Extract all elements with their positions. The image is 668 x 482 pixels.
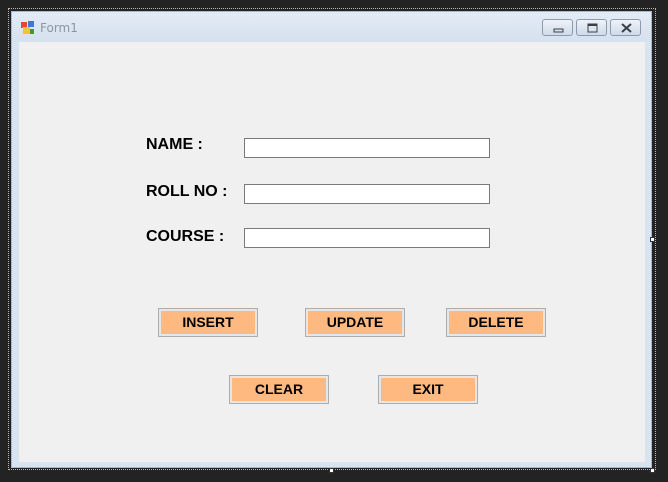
minimize-button[interactable] bbox=[542, 19, 573, 36]
name-label: NAME : bbox=[146, 136, 203, 153]
form-app-icon bbox=[21, 21, 34, 34]
maximize-icon bbox=[587, 23, 598, 33]
close-icon bbox=[621, 23, 632, 33]
resize-handle-bottom[interactable] bbox=[329, 468, 334, 473]
title-bar[interactable]: Form1 bbox=[12, 12, 651, 42]
window-title: Form1 bbox=[40, 21, 78, 35]
form-window: Form1 NAME : ROLL NO : COURSE: INSERT U… bbox=[11, 11, 652, 468]
course-label: COURSE : bbox=[146, 228, 225, 245]
resize-handle-right[interactable] bbox=[650, 237, 655, 242]
form-client-area: NAME : ROLL NO : COURSE : INSERT UPDATE … bbox=[19, 42, 645, 462]
minimize-icon bbox=[553, 28, 564, 33]
roll-no-input[interactable] bbox=[244, 184, 490, 204]
roll-no-label: ROLL NO : bbox=[146, 183, 228, 200]
maximize-button[interactable] bbox=[576, 19, 607, 36]
close-button[interactable] bbox=[610, 19, 641, 36]
designer-surface: Form1 NAME : ROLL NO : COURSE: INSERT U… bbox=[0, 0, 668, 482]
name-input[interactable] bbox=[244, 138, 490, 158]
update-button[interactable]: UPDATE bbox=[305, 308, 405, 337]
resize-handle-corner[interactable] bbox=[650, 468, 655, 473]
course-input[interactable] bbox=[244, 228, 490, 248]
clear-button[interactable]: CLEAR bbox=[229, 375, 329, 404]
exit-button[interactable]: EXIT bbox=[378, 375, 478, 404]
delete-button[interactable]: DELETE bbox=[446, 308, 546, 337]
insert-button[interactable]: INSERT bbox=[158, 308, 258, 337]
